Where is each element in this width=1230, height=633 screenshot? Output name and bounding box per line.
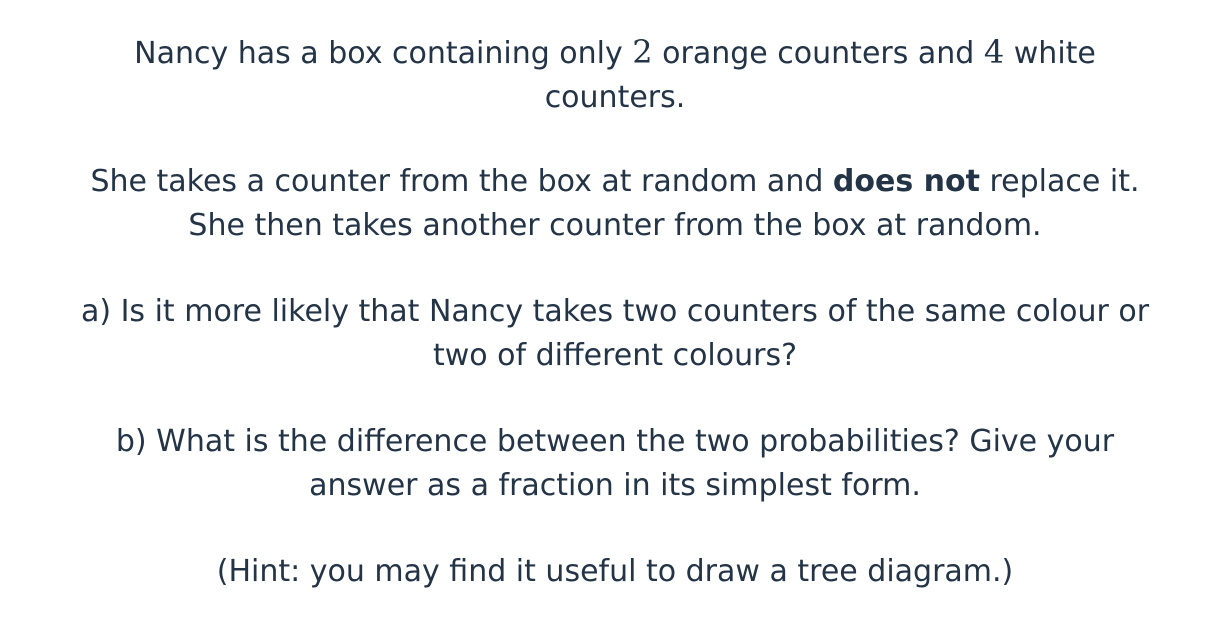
intro-text-a: Nancy has a box containing only bbox=[134, 36, 633, 71]
part-a-line-2: two of different colours? bbox=[432, 338, 798, 373]
white-count: 4 bbox=[983, 33, 1005, 71]
part-b-line-2: answer as a fraction in its simplest for… bbox=[309, 468, 921, 503]
draw-text-b: replace it. bbox=[979, 164, 1140, 199]
orange-count: 2 bbox=[632, 33, 653, 71]
part-a-paragraph: a) Is it more likely that Nancy takes tw… bbox=[0, 290, 1230, 378]
intro-line-1: Nancy has a box containing only 2 orange… bbox=[0, 30, 1230, 76]
draw-line-2: She then takes another counter from the … bbox=[188, 208, 1042, 243]
draw-emphasis: does not bbox=[832, 164, 980, 199]
intro-text-c: white bbox=[1004, 36, 1096, 71]
part-b-paragraph: b) What is the difference between the tw… bbox=[0, 420, 1230, 508]
draw-text-a: She takes a counter from the box at rand… bbox=[90, 164, 833, 199]
hint-text: (Hint: you may find it useful to draw a … bbox=[216, 554, 1014, 589]
intro-text-b: orange counters and bbox=[652, 36, 984, 71]
draw-line-1: She takes a counter from the box at rand… bbox=[0, 160, 1230, 204]
hint-paragraph: (Hint: you may find it useful to draw a … bbox=[0, 550, 1230, 594]
part-a-line-1: a) Is it more likely that Nancy takes tw… bbox=[80, 294, 1150, 329]
intro-line-2: counters. bbox=[544, 80, 686, 115]
part-b-line-1: b) What is the difference between the tw… bbox=[115, 424, 1115, 459]
intro-paragraph: Nancy has a box containing only 2 orange… bbox=[0, 30, 1230, 120]
question-text: Nancy has a box containing only 2 orange… bbox=[0, 0, 1230, 633]
draw-paragraph: She takes a counter from the box at rand… bbox=[0, 160, 1230, 248]
